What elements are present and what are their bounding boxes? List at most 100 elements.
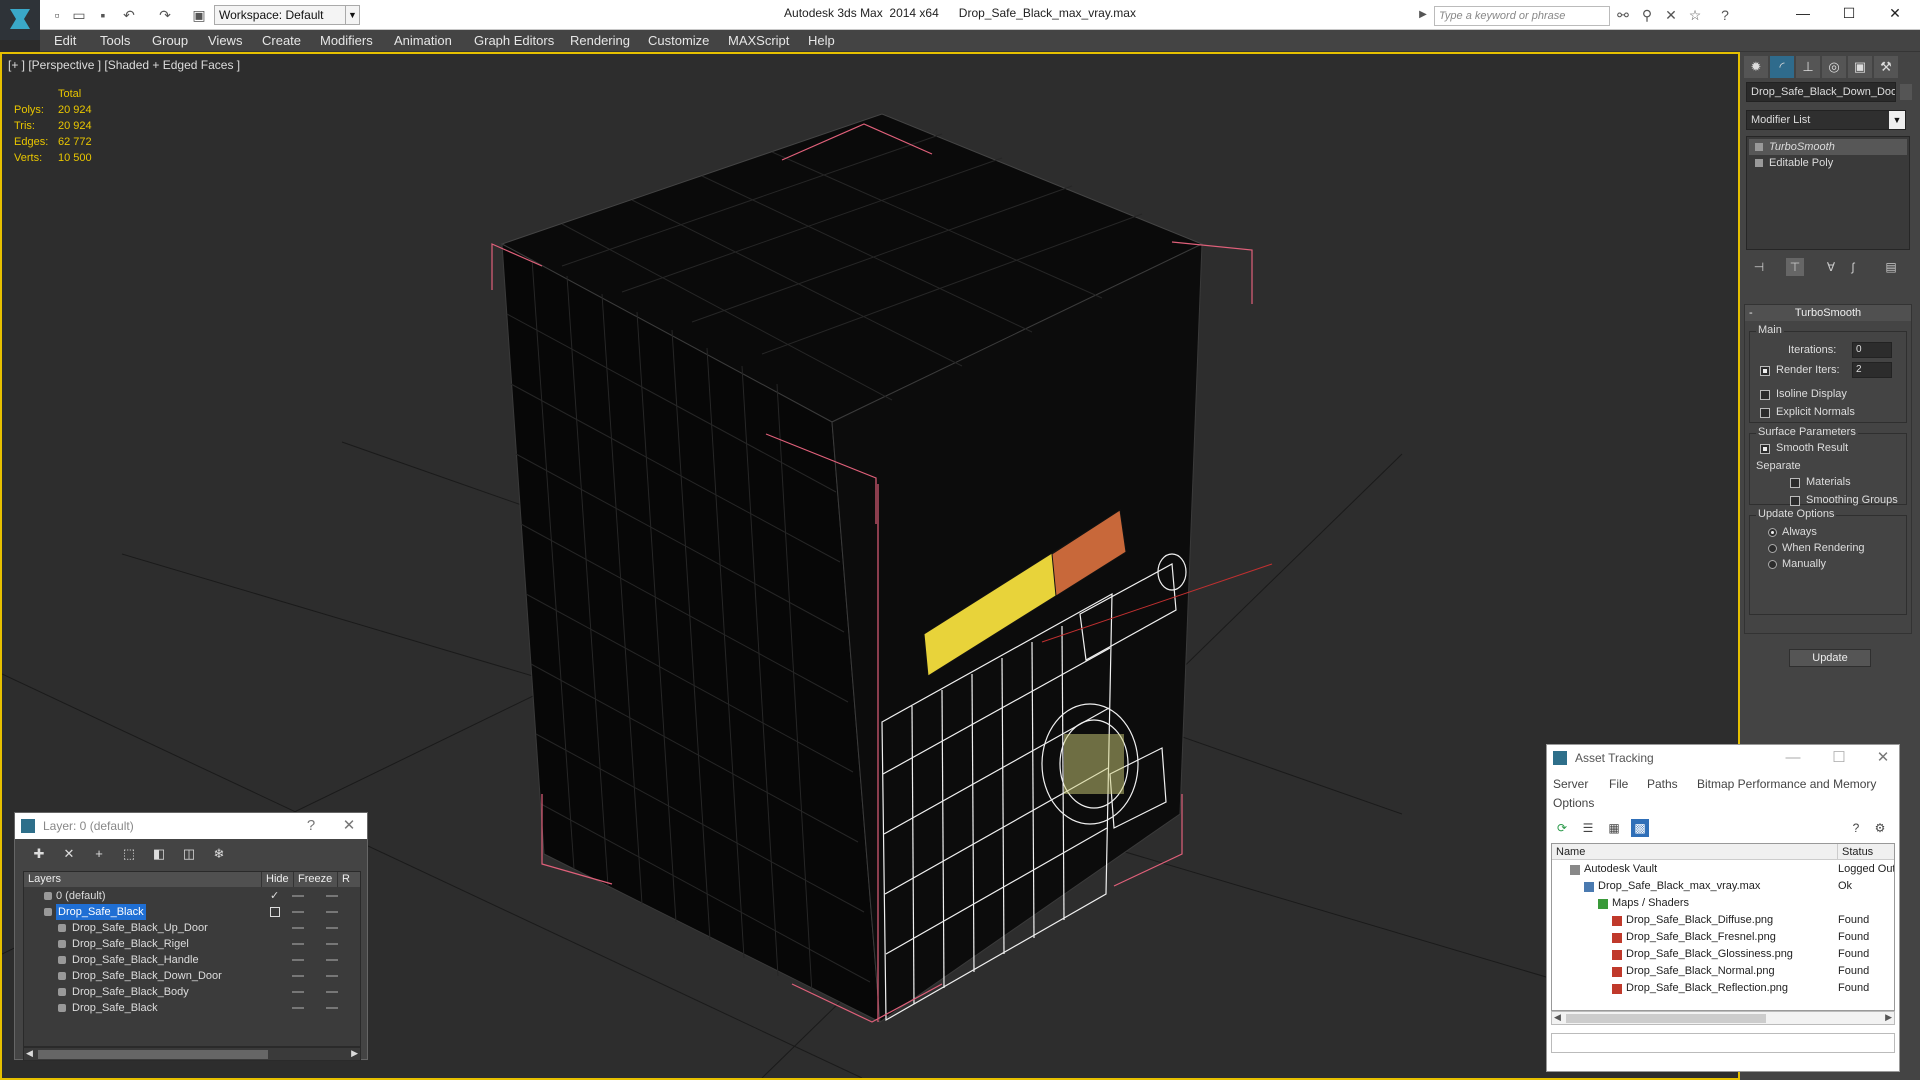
menu-views[interactable]: Views <box>208 30 242 52</box>
layer-row[interactable]: Drop_Safe_Black_Handle <box>24 952 360 968</box>
smoothing-groups-checkbox[interactable] <box>1790 496 1800 506</box>
column-hide[interactable]: Hide <box>262 872 294 887</box>
update-button[interactable]: Update <box>1789 649 1871 667</box>
menu-edit[interactable]: Edit <box>54 30 76 52</box>
hide-toggle[interactable] <box>292 1007 304 1009</box>
delete-layer-icon[interactable]: ✕ <box>59 844 79 864</box>
tab-motion[interactable]: ◎ <box>1822 56 1846 78</box>
layer-row[interactable]: Drop_Safe_Black_Body <box>24 984 360 1000</box>
layer-row[interactable]: Drop_Safe_Black <box>24 1000 360 1016</box>
hide-toggle[interactable] <box>292 959 304 961</box>
menu-help[interactable]: Help <box>808 30 835 52</box>
render-iters-spinner[interactable]: 2 <box>1852 362 1892 378</box>
help-icon[interactable]: ? <box>1716 6 1734 24</box>
hide-toggle[interactable] <box>292 975 304 977</box>
menu-create[interactable]: Create <box>262 30 301 52</box>
column-freeze[interactable]: Freeze <box>294 872 338 887</box>
search-icon[interactable]: ⚲ <box>1638 6 1656 24</box>
scroll-left-icon[interactable]: ◀ <box>1554 1012 1561 1023</box>
menu-tools[interactable]: Tools <box>100 30 130 52</box>
undo-icon[interactable]: ↶ <box>120 6 138 24</box>
add-to-layer-icon[interactable]: + <box>89 844 109 864</box>
layer-row[interactable]: Drop_Safe_Black_Down_Door <box>24 968 360 984</box>
active-layer-check-icon[interactable]: ✓ <box>270 888 279 904</box>
highlight-layer-icon[interactable]: ◧ <box>149 844 169 864</box>
tab-modify[interactable]: ◜ <box>1770 56 1794 78</box>
column-name[interactable]: Name <box>1552 844 1838 860</box>
menu-server[interactable]: Server <box>1553 777 1588 791</box>
menu-group[interactable]: Group <box>152 30 188 52</box>
manually-radio[interactable] <box>1768 560 1777 569</box>
freeze-toggle[interactable] <box>326 895 338 897</box>
show-end-result-icon[interactable]: ⊤ <box>1786 258 1804 276</box>
menu-graph-editors[interactable]: Graph Editors <box>474 30 554 52</box>
hide-toggle[interactable] <box>292 991 304 993</box>
favorites-star-icon[interactable]: ☆ <box>1686 6 1704 24</box>
scroll-right-icon[interactable]: ▶ <box>351 1048 358 1059</box>
list-view-icon[interactable]: ☰ <box>1579 819 1597 837</box>
layer-horizontal-scrollbar[interactable]: ◀ ▶ <box>23 1047 361 1061</box>
new-layer-icon[interactable]: ✚ <box>29 844 49 864</box>
asset-row[interactable]: Maps / Shaders <box>1552 895 1894 912</box>
layer-row[interactable]: Drop_Safe_Black_Rigel <box>24 936 360 952</box>
set-current-box[interactable] <box>270 907 280 917</box>
hide-toggle[interactable] <box>292 911 304 913</box>
menu-modifiers[interactable]: Modifiers <box>320 30 373 52</box>
stack-item-turbosmooth[interactable]: TurboSmooth <box>1749 139 1907 155</box>
render-iters-checkbox[interactable] <box>1760 366 1770 376</box>
thumbnail-view-icon[interactable]: ▦ <box>1605 819 1623 837</box>
close-button[interactable]: ✕ <box>1872 0 1918 26</box>
layer-row[interactable]: Drop_Safe_Black <box>24 904 360 920</box>
materials-checkbox[interactable] <box>1790 478 1800 488</box>
object-color-swatch[interactable] <box>1900 84 1912 100</box>
isoline-display-checkbox[interactable] <box>1760 390 1770 400</box>
freeze-toggle[interactable] <box>326 943 338 945</box>
smooth-result-checkbox[interactable] <box>1760 444 1770 454</box>
select-in-layer-icon[interactable]: ⬚ <box>119 844 139 864</box>
viewport-label[interactable]: [+ ] [Perspective ] [Shaded + Edged Face… <box>8 58 240 72</box>
safe-model[interactable] <box>500 113 1204 1023</box>
scroll-left-icon[interactable]: ◀ <box>26 1048 33 1059</box>
refresh-icon[interactable]: ⟳ <box>1553 819 1571 837</box>
menu-maxscript[interactable]: MAXScript <box>728 30 789 52</box>
column-status[interactable]: Status <box>1838 844 1894 860</box>
table-view-icon[interactable]: ▩ <box>1631 819 1649 837</box>
save-icon[interactable]: ▪ <box>94 6 112 24</box>
menu-file[interactable]: File <box>1609 777 1628 791</box>
search-input[interactable]: Type a keyword or phrase <box>1434 6 1610 26</box>
freeze-all-icon[interactable]: ❄ <box>209 844 229 864</box>
scroll-thumb[interactable] <box>38 1050 268 1059</box>
new-file-icon[interactable]: ▫ <box>48 6 66 24</box>
freeze-toggle[interactable] <box>326 1007 338 1009</box>
tab-hierarchy[interactable]: ⊥ <box>1796 56 1820 78</box>
always-radio[interactable] <box>1768 528 1777 537</box>
layer-row[interactable]: Drop_Safe_Black_Up_Door <box>24 920 360 936</box>
column-render[interactable]: R <box>338 872 360 887</box>
asset-tracking-titlebar[interactable]: Asset Tracking — ☐ ✕ <box>1547 745 1899 771</box>
hide-toggle[interactable] <box>292 895 304 897</box>
hide-all-icon[interactable]: ◫ <box>179 844 199 864</box>
scroll-right-icon[interactable]: ▶ <box>1885 1012 1892 1023</box>
settings-help-icon[interactable]: ⚙ <box>1871 819 1889 837</box>
configure-sets-icon[interactable]: ▤ <box>1882 258 1900 276</box>
tab-create[interactable]: ✹ <box>1744 56 1768 78</box>
object-name-field[interactable]: Drop_Safe_Black_Down_Door <box>1746 82 1896 102</box>
hide-toggle[interactable] <box>292 943 304 945</box>
stack-item-editable-poly[interactable]: Editable Poly <box>1749 155 1907 171</box>
iterations-spinner[interactable]: 0 <box>1852 342 1892 358</box>
scroll-thumb[interactable] <box>1566 1014 1766 1023</box>
freeze-toggle[interactable] <box>326 911 338 913</box>
freeze-toggle[interactable] <box>326 927 338 929</box>
open-file-icon[interactable]: ▭ <box>70 6 88 24</box>
layer-window-titlebar[interactable]: Layer: 0 (default) ? ✕ <box>15 813 367 839</box>
menu-customize[interactable]: Customize <box>648 30 709 52</box>
app-logo[interactable] <box>0 0 40 40</box>
freeze-toggle[interactable] <box>326 991 338 993</box>
rollout-header[interactable]: - TurboSmooth <box>1745 305 1911 321</box>
maximize-button[interactable]: ☐ <box>1825 745 1853 771</box>
asset-row[interactable]: Drop_Safe_Black_Glossiness.png Found <box>1552 946 1894 963</box>
asset-row[interactable]: Drop_Safe_Black_Reflection.png Found <box>1552 980 1894 997</box>
minimize-button[interactable]: — <box>1780 0 1826 26</box>
close-icon[interactable]: ✕ <box>335 813 363 839</box>
menu-rendering[interactable]: Rendering <box>570 30 630 52</box>
